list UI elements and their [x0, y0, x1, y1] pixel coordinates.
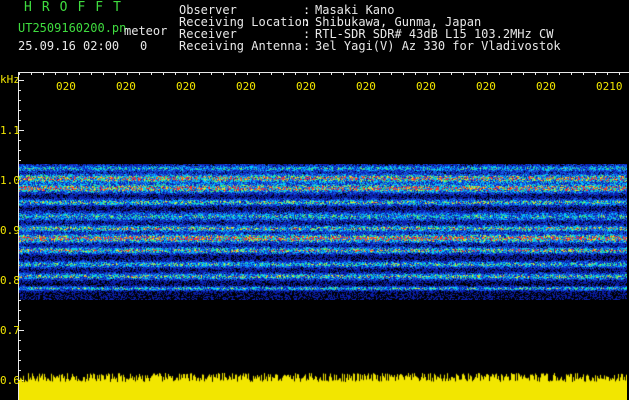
- x-tick-mark: [523, 72, 524, 75]
- x-tick-mark: [271, 72, 272, 75]
- x-tick-mark: [427, 72, 428, 75]
- x-tick-mark: [547, 72, 548, 75]
- x-tick-mark: [115, 72, 116, 75]
- station-info-table: Observer : Masaki Kano Receiving Locatio…: [179, 4, 561, 52]
- x-tick-mark: [151, 72, 152, 75]
- x-tick-mark: [607, 72, 608, 75]
- x-tick-mark: [43, 72, 44, 75]
- y-tick-label: 0.8: [0, 274, 20, 287]
- info-value: 3el Yagi(V) Az 330 for Vladivostok: [315, 39, 561, 53]
- signal-level-strip: [19, 372, 627, 400]
- x-tick-mark: [451, 72, 452, 75]
- x-tick-label: 020: [536, 80, 556, 93]
- x-tick-mark: [199, 72, 200, 75]
- x-tick-mark: [571, 72, 572, 75]
- y-tick-mark: [18, 80, 24, 81]
- x-tick-mark: [55, 72, 56, 75]
- x-tick-mark: [235, 72, 236, 75]
- x-tick-mark: [343, 72, 344, 75]
- x-tick-mark: [511, 72, 512, 75]
- y-tick-label: 1.1: [0, 124, 20, 137]
- x-tick-mark: [331, 72, 332, 75]
- x-tick-mark: [379, 72, 380, 75]
- y-tick-mark: [18, 90, 21, 91]
- x-tick-label: 020: [116, 80, 136, 93]
- y-tick-label: 1.0: [0, 174, 20, 187]
- app-title: HROFFT: [24, 0, 131, 15]
- x-tick-mark: [163, 72, 164, 75]
- x-tick-mark: [175, 72, 176, 75]
- x-tick-label: 020: [476, 80, 496, 93]
- y-tick-mark: [18, 120, 21, 121]
- y-tick-mark: [18, 360, 21, 361]
- x-tick-mark: [91, 72, 92, 75]
- x-tick-mark: [259, 72, 260, 75]
- x-tick-mark: [103, 72, 104, 75]
- x-tick-mark: [127, 72, 128, 75]
- info-colon: :: [303, 39, 311, 53]
- x-tick-mark: [463, 72, 464, 75]
- y-tick-mark: [18, 350, 21, 351]
- y-tick-mark: [18, 160, 21, 161]
- info-label: Receiving Antenna: [179, 39, 302, 53]
- x-tick-label: 0210: [596, 80, 623, 93]
- x-tick-mark: [139, 72, 140, 75]
- x-tick-mark: [67, 72, 68, 75]
- x-tick-mark: [619, 72, 620, 75]
- x-tick-mark: [559, 72, 560, 75]
- x-tick-mark: [391, 72, 392, 75]
- x-tick-label: 020: [236, 80, 256, 93]
- x-tick-mark: [583, 72, 584, 75]
- y-tick-mark: [18, 370, 21, 371]
- y-tick-mark: [18, 310, 21, 311]
- spectrogram-canvas: [19, 164, 627, 300]
- x-tick-mark: [487, 72, 488, 75]
- x-tick-mark: [295, 72, 296, 75]
- x-tick-label: 020: [356, 80, 376, 93]
- x-tick-mark: [355, 72, 356, 75]
- x-tick-mark: [535, 72, 536, 75]
- y-tick-label: 0.7: [0, 324, 20, 337]
- y-tick-mark: [18, 320, 21, 321]
- x-tick-mark: [439, 72, 440, 75]
- y-tick-mark: [18, 100, 21, 101]
- x-tick-mark: [595, 72, 596, 75]
- y-unit-label: kHz: [0, 73, 20, 86]
- x-tick-mark: [223, 72, 224, 75]
- filename-label: UT2509160200.pn: [18, 21, 127, 35]
- y-tick-mark: [18, 110, 21, 111]
- x-tick-mark: [319, 72, 320, 75]
- x-tick-mark: [307, 72, 308, 75]
- y-tick-mark: [18, 150, 21, 151]
- x-tick-label: 020: [176, 80, 196, 93]
- x-tick-mark: [19, 72, 20, 75]
- x-tick-label: 020: [56, 80, 76, 93]
- x-tick-mark: [475, 72, 476, 75]
- x-tick-label: 020: [416, 80, 436, 93]
- x-tick-label: 020: [296, 80, 316, 93]
- y-tick-mark: [18, 340, 21, 341]
- x-tick-mark: [283, 72, 284, 75]
- x-tick-mark: [31, 72, 32, 75]
- info-row-antenna: Receiving Antenna : 3el Yagi(V) Az 330 f…: [179, 40, 561, 52]
- datetime-label: 25.09.16 02:00: [18, 39, 120, 53]
- y-tick-mark: [18, 130, 24, 131]
- x-tick-mark: [403, 72, 404, 75]
- x-tick-mark: [367, 72, 368, 75]
- y-tick-mark: [18, 300, 21, 301]
- y-tick-mark: [18, 330, 24, 331]
- x-tick-mark: [187, 72, 188, 75]
- counter-label: 0: [140, 39, 148, 53]
- x-tick-mark: [415, 72, 416, 75]
- x-tick-mark: [499, 72, 500, 75]
- y-tick-label: 0.9: [0, 224, 20, 237]
- x-tick-mark: [247, 72, 248, 75]
- y-tick-mark: [18, 140, 21, 141]
- x-tick-mark: [211, 72, 212, 75]
- y-tick-label: 0.6: [0, 374, 20, 387]
- x-tick-mark: [79, 72, 80, 75]
- mode-label: meteor: [124, 24, 168, 38]
